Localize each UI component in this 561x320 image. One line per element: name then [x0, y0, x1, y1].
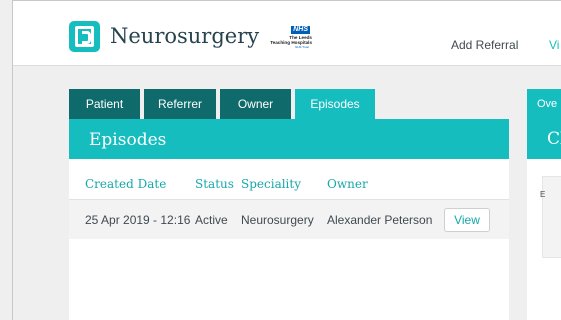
tab-referrer[interactable]: Referrer — [144, 89, 216, 119]
column-header-owner: Owner — [327, 177, 368, 191]
nhs-trust-line-3: NHS Trust — [295, 45, 309, 49]
tab-patient[interactable]: Patient — [69, 89, 140, 119]
episodes-table: Created Date Status Speciality Owner 25 … — [69, 159, 509, 320]
tab-episodes[interactable]: Episodes — [295, 89, 375, 119]
right-panel-card-text: E — [540, 190, 546, 199]
nav-view-link[interactable]: Vi — [549, 38, 559, 52]
cell-created-date: 25 Apr 2019 - 12:16 — [85, 213, 191, 227]
tab-owner[interactable]: Owner — [220, 89, 291, 119]
right-panel-body: E — [527, 159, 561, 320]
nav-add-referral-link[interactable]: Add Referral — [451, 38, 518, 52]
right-panel-header: Cl — [527, 119, 561, 159]
cell-status: Active — [195, 213, 228, 227]
tab-overview[interactable]: Ove — [527, 89, 561, 119]
right-panel-title: Cl — [547, 129, 561, 149]
episodes-panel-title: Episodes — [89, 130, 167, 150]
cell-speciality: Neurosurgery — [241, 213, 314, 227]
table-row: 25 Apr 2019 - 12:16 Active Neurosurgery … — [69, 199, 509, 239]
cell-owner: Alexander Peterson — [327, 213, 433, 227]
neurosurgery-logo-icon[interactable] — [69, 21, 100, 52]
right-panel-card — [542, 176, 561, 258]
brand-name[interactable]: Neurosurgery — [110, 24, 259, 48]
column-header-status: Status — [195, 177, 234, 191]
column-header-speciality: Speciality — [241, 177, 301, 191]
nhs-trust-logo: NHS The Leeds Teaching Hospitals NHS Tru… — [260, 26, 312, 49]
view-episode-button[interactable]: View — [444, 208, 490, 232]
column-header-created-date: Created Date — [85, 177, 167, 191]
episodes-panel-header: Episodes — [69, 119, 509, 159]
nhs-badge: NHS — [291, 26, 310, 34]
